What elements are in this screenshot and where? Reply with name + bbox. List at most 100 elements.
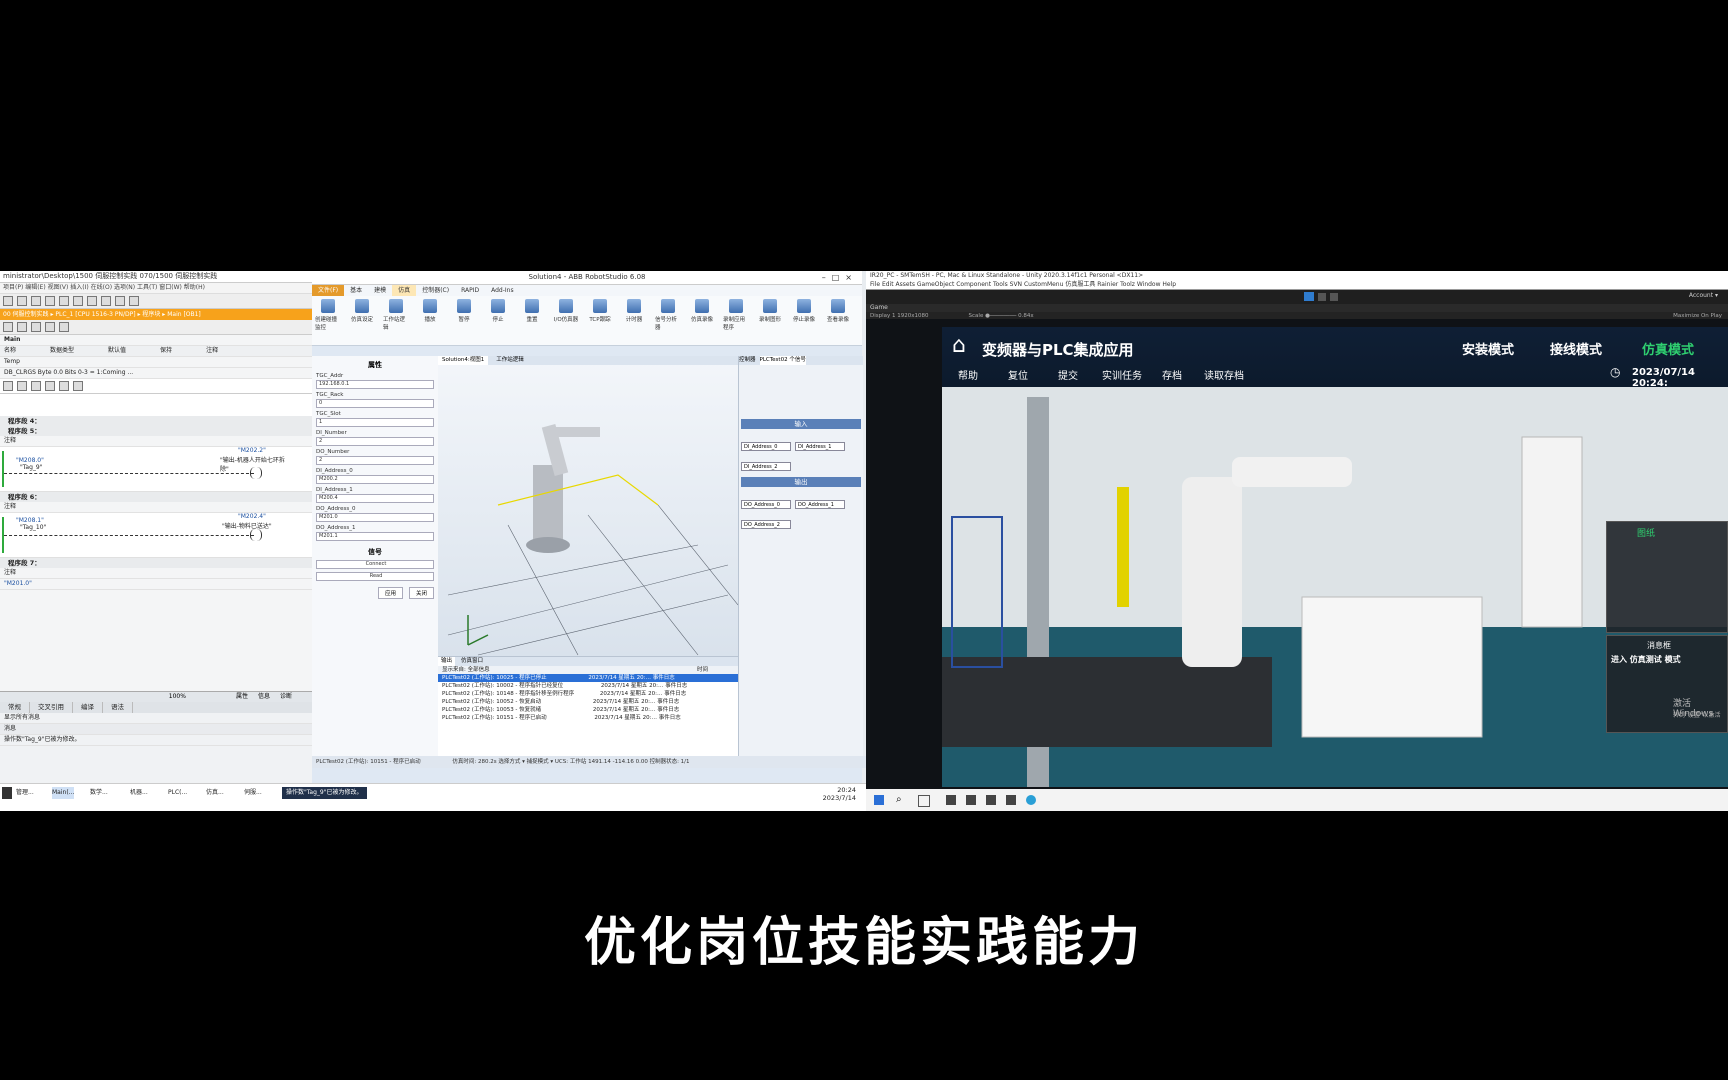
- taskbar-item[interactable]: 仿真...: [206, 787, 224, 799]
- field-input[interactable]: M200.2: [316, 475, 434, 484]
- new-icon[interactable]: [3, 296, 13, 306]
- tab-info[interactable]: 信息: [258, 692, 270, 702]
- copy-icon[interactable]: [59, 296, 69, 306]
- insert-network-icon[interactable]: [3, 322, 13, 332]
- open-branch-icon[interactable]: [59, 381, 69, 391]
- paste-icon[interactable]: [73, 296, 83, 306]
- edge-icon[interactable]: [1026, 795, 1036, 805]
- game-tab[interactable]: Game: [866, 304, 1728, 312]
- do-signal[interactable]: DO_Address_0: [741, 500, 791, 509]
- iface-row[interactable]: DB_CLRGS Byte 0.0 Bits 0-3 = 1:Coming ..…: [0, 368, 312, 379]
- field-input[interactable]: M201.1: [316, 532, 434, 541]
- nc-contact-icon[interactable]: [17, 381, 27, 391]
- close-branch-icon[interactable]: [73, 381, 83, 391]
- no-contact-icon[interactable]: [3, 381, 13, 391]
- tab-syntax[interactable]: 语法: [103, 702, 133, 713]
- apply-button[interactable]: 应用: [377, 587, 403, 599]
- record-graphics-button[interactable]: 录制图形: [757, 299, 783, 342]
- tcp-trace-button[interactable]: TCP跟踪: [587, 299, 613, 342]
- output-row[interactable]: PLCTest02 (工作站): 10002 - 程序指针已经复位 2023/7…: [438, 682, 738, 690]
- taskbar-item[interactable]: Main(...: [52, 787, 75, 799]
- network-7-title[interactable]: 程序段 7：: [0, 558, 312, 568]
- home-icon[interactable]: ⌂: [952, 333, 966, 358]
- output-row[interactable]: PLCTest02 (工作站): 10025 - 程序已停止 2023/7/14…: [438, 674, 738, 682]
- tab-basic[interactable]: 基本: [344, 285, 368, 296]
- menu-submit[interactable]: 提交: [1058, 367, 1078, 382]
- window-controls-icon[interactable]: –□×: [822, 271, 858, 284]
- network-7-comment[interactable]: 注释: [0, 568, 312, 579]
- tab-sim-window[interactable]: 仿真窗口: [461, 657, 483, 666]
- sim-record-button[interactable]: 仿真录像: [689, 299, 715, 342]
- app-icon[interactable]: [946, 795, 956, 805]
- tab-signals[interactable]: PLCTest02 个信号: [759, 356, 806, 365]
- di-signal[interactable]: DI_Address_1: [795, 442, 845, 451]
- tab-controller-list[interactable]: 控制器: [739, 356, 756, 365]
- tab-modeling[interactable]: 建模: [368, 285, 392, 296]
- network-5-title[interactable]: 程序段 5：: [0, 426, 312, 436]
- field-input[interactable]: 2: [316, 437, 434, 446]
- close-button[interactable]: 关闭: [408, 587, 434, 599]
- field-input[interactable]: M201.0: [316, 513, 434, 522]
- network-5-comment[interactable]: 注释: [0, 436, 312, 447]
- unity-menu[interactable]: File Edit Assets GameObject Component To…: [866, 281, 1728, 290]
- tab-compile[interactable]: 编译: [73, 702, 103, 713]
- output-row[interactable]: PLCTest02 (工作站): 10148 - 程序指针移至例行程序 2023…: [438, 690, 738, 698]
- output-coil-icon[interactable]: [31, 381, 41, 391]
- simulation-app[interactable]: ⌂ 变频器与PLC集成应用 安装模式 接线模式 仿真模式 帮助 复位 提交 实训…: [942, 327, 1728, 787]
- coil-symbol[interactable]: [250, 467, 262, 479]
- taskbar-item[interactable]: PLC(...: [168, 787, 187, 799]
- read-button[interactable]: Read: [316, 572, 434, 581]
- drawing-label[interactable]: 图纸: [1637, 526, 1655, 539]
- account-dropdown[interactable]: Account ▾: [1689, 292, 1718, 299]
- tab-station-logic[interactable]: 工作站逻辑: [492, 356, 528, 365]
- install-mode-button[interactable]: 安装模式: [1462, 339, 1514, 358]
- station-logic-button[interactable]: 工作站逻辑: [383, 299, 409, 342]
- do-signal[interactable]: DO_Address_2: [741, 520, 791, 529]
- tab-cross-ref[interactable]: 交叉引用: [30, 702, 73, 713]
- taskbar-notice[interactable]: 操作数"Tag_9"已被为修改。: [282, 787, 367, 799]
- zoom-select[interactable]: 100%: [169, 692, 186, 702]
- tab-file[interactable]: 文件(F): [312, 285, 345, 296]
- taskbar-item[interactable]: 机器...: [130, 787, 148, 799]
- monitor-icon[interactable]: [31, 322, 41, 332]
- reset-button[interactable]: 重置: [519, 299, 545, 342]
- task-view-icon[interactable]: [918, 795, 930, 807]
- tab-properties[interactable]: 属性: [236, 692, 248, 702]
- sim-mode-button[interactable]: 仿真模式: [1642, 339, 1694, 358]
- connect-button[interactable]: Connect: [316, 560, 434, 569]
- app-icon[interactable]: [1006, 795, 1016, 805]
- coil-icon[interactable]: [59, 322, 69, 332]
- tia-menu[interactable]: 项目(P) 编辑(E) 视图(V) 插入(I) 在线(O) 选项(N) 工具(T…: [0, 283, 312, 294]
- field-input[interactable]: 2: [316, 456, 434, 465]
- message-filter[interactable]: 显示所有消息: [0, 713, 312, 724]
- field-input[interactable]: M200.4: [316, 494, 434, 503]
- collision-monitor-button[interactable]: 创建碰撞监控: [315, 299, 341, 342]
- record-app-button[interactable]: 录制应用程序: [723, 299, 749, 342]
- field-input[interactable]: 0: [316, 399, 434, 408]
- open-icon[interactable]: [17, 296, 27, 306]
- output-row[interactable]: PLCTest02 (工作站): 10151 - 程序已启动 2023/7/14…: [438, 714, 738, 722]
- tab-addins[interactable]: Add-Ins: [485, 285, 519, 296]
- wiring-mode-button[interactable]: 接线模式: [1550, 339, 1602, 358]
- step-icon[interactable]: [1330, 293, 1338, 301]
- contact-icon[interactable]: [45, 322, 55, 332]
- menu-reset[interactable]: 复位: [1008, 367, 1028, 382]
- save-icon[interactable]: [31, 296, 41, 306]
- network-7-contact[interactable]: "M201.0": [0, 579, 312, 590]
- signal-analyzer-button[interactable]: 信号分析器: [655, 299, 681, 342]
- tab-output[interactable]: 输出: [438, 657, 456, 666]
- iface-row[interactable]: Temp: [0, 357, 312, 368]
- go-online-icon[interactable]: [115, 296, 125, 306]
- search-icon[interactable]: ⌕: [896, 794, 902, 805]
- io-simulator-button[interactable]: I/O仿真器: [553, 299, 579, 342]
- output-filter[interactable]: 显示来自: 全部信息: [442, 666, 490, 674]
- taskbar-item[interactable]: 数学...: [90, 787, 108, 799]
- network-6-title[interactable]: 程序段 6：: [0, 492, 312, 502]
- di-signal[interactable]: DI_Address_0: [741, 442, 791, 451]
- app-icon[interactable]: [966, 795, 976, 805]
- play-button[interactable]: 播放: [417, 299, 443, 342]
- timer-button[interactable]: 计时器: [621, 299, 647, 342]
- coil-symbol[interactable]: [250, 529, 262, 541]
- di-signal[interactable]: DI_Address_2: [741, 462, 791, 471]
- pause-icon[interactable]: [1318, 293, 1326, 301]
